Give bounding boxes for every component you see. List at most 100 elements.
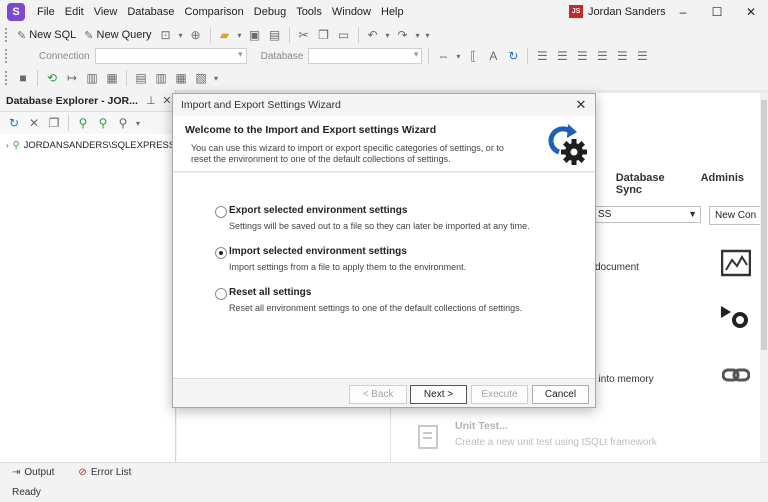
open-file-icon[interactable]: ▰ xyxy=(215,25,235,45)
explorer-title: Database Explorer - JOR... xyxy=(6,94,138,107)
connect-icon[interactable]: ⚲ xyxy=(93,113,113,133)
tab-administration[interactable]: Adminis xyxy=(701,172,744,196)
radio-export[interactable] xyxy=(215,206,227,218)
indent-icon[interactable]: ☰ xyxy=(532,46,552,66)
dropdown-arrow-icon[interactable]: ▾ xyxy=(211,68,221,88)
undo-icon[interactable]: ↶ xyxy=(363,25,383,45)
dialog-header: Welcome to the Import and Export setting… xyxy=(173,116,595,172)
server-select[interactable]: SS ▼ xyxy=(593,206,701,223)
dropdown-arrow-icon[interactable]: ▾ xyxy=(235,25,245,45)
vertical-scrollbar[interactable] xyxy=(760,90,768,462)
refresh-icon[interactable]: ↻ xyxy=(4,113,24,133)
title-bar: S File Edit View Database Comparison Deb… xyxy=(0,0,768,24)
list-icon[interactable]: ☰ xyxy=(632,46,652,66)
cut-icon[interactable]: ✂ xyxy=(294,25,314,45)
unit-test-text: Unit Test... Create a new unit test usin… xyxy=(455,420,657,450)
connection-select[interactable] xyxy=(94,48,247,64)
dropdown-arrow-icon[interactable]: ▾ xyxy=(383,25,393,45)
new-sql-button[interactable]: ✎ New SQL xyxy=(13,25,80,45)
radio-import[interactable] xyxy=(215,247,227,259)
toolbar-grip[interactable] xyxy=(5,49,9,63)
tab-error-list[interactable]: ⊘ Error List xyxy=(78,467,131,478)
user-account[interactable]: JS Jordan Sanders xyxy=(569,5,666,18)
toolbar-grip[interactable] xyxy=(5,28,9,42)
menu-view[interactable]: View xyxy=(89,0,123,24)
pin-icon[interactable]: ⊥ xyxy=(143,94,159,107)
explorer-header: Database Explorer - JOR... ⊥ ✕ xyxy=(0,90,175,112)
tab-output[interactable]: ⇥ Output xyxy=(12,467,54,478)
toolbar-separator xyxy=(357,27,359,43)
unit-test-title: Unit Test... xyxy=(455,420,508,432)
filter-icon[interactable]: ⚲ xyxy=(113,113,133,133)
menu-edit[interactable]: Edit xyxy=(60,0,89,24)
cancel-button[interactable]: Cancel xyxy=(532,385,589,404)
grid-icon[interactable]: ▤ xyxy=(131,68,151,88)
text-case-icon[interactable]: A xyxy=(483,46,503,66)
add-connection-icon[interactable]: ⊕ xyxy=(186,25,206,45)
tree-node-server[interactable]: › ⚲ JORDANSANDERS\SQLEXPRESS xyxy=(0,137,175,153)
chevron-down-icon: ▼ xyxy=(688,209,697,219)
new-sql-icon: ✎ xyxy=(17,29,27,42)
execute-icon[interactable]: ⟲ xyxy=(42,68,62,88)
brackets-icon[interactable]: ⟦ xyxy=(463,46,483,66)
report-icon[interactable]: ▧ xyxy=(191,68,211,88)
output-icon: ⇥ xyxy=(12,467,21,478)
tab-database-sync[interactable]: Database Sync xyxy=(616,172,677,196)
menu-file[interactable]: File xyxy=(32,0,60,24)
option-text: Import selected environment settings Imp… xyxy=(229,246,466,272)
delete-icon[interactable]: ✕ xyxy=(24,113,44,133)
link-icon[interactable] xyxy=(721,365,751,385)
execute-button[interactable]: Execute xyxy=(471,385,528,404)
uncomment-icon[interactable]: ☰ xyxy=(612,46,632,66)
new-connection-icon[interactable]: ⚲ xyxy=(73,113,93,133)
refresh-icon[interactable]: ↻ xyxy=(503,46,523,66)
align-icon[interactable]: ☰ xyxy=(572,46,592,66)
text-results-icon[interactable]: ▥ xyxy=(151,68,171,88)
dropdown-arrow-icon[interactable]: ▾ xyxy=(453,46,463,66)
menu-comparison[interactable]: Comparison xyxy=(179,0,248,24)
avatar: JS xyxy=(569,5,583,18)
next-button[interactable]: Next > xyxy=(410,385,467,404)
dropdown-arrow-icon[interactable]: ▾ xyxy=(133,113,143,133)
menu-tools[interactable]: Tools xyxy=(291,0,327,24)
comment-icon[interactable]: ☰ xyxy=(592,46,612,66)
dropdown-arrow-icon[interactable]: ▾ xyxy=(176,25,186,45)
database-select[interactable] xyxy=(308,48,423,64)
option-reset-settings[interactable]: Reset all settings Reset all environment… xyxy=(215,287,522,313)
copy-icon[interactable]: ❐ xyxy=(314,25,334,45)
minimize-button[interactable]: – xyxy=(666,0,700,24)
new-object-icon[interactable]: ⊡ xyxy=(156,25,176,45)
run-settings-icon[interactable] xyxy=(718,302,752,332)
dialog-close-button[interactable]: ✕ xyxy=(567,94,595,116)
option-export-settings[interactable]: Export selected environment settings Set… xyxy=(215,205,530,231)
menu-window[interactable]: Window xyxy=(327,0,376,24)
close-window-button[interactable]: ✕ xyxy=(734,0,768,24)
chevron-right-icon[interactable]: › xyxy=(6,141,9,150)
dropdown-arrow-icon[interactable]: ▾ xyxy=(413,25,423,45)
menu-debug[interactable]: Debug xyxy=(249,0,291,24)
copy-icon[interactable]: ❐ xyxy=(44,113,64,133)
more-icon[interactable]: ▾ xyxy=(423,25,433,45)
save-icon[interactable]: ▣ xyxy=(245,25,265,45)
chart-report-icon[interactable] xyxy=(720,247,752,279)
profile-icon[interactable]: ▦ xyxy=(102,68,122,88)
paste-icon[interactable]: ▭ xyxy=(334,25,354,45)
format-icon[interactable]: ⇔ xyxy=(433,46,453,66)
back-button[interactable]: < Back xyxy=(349,385,407,404)
menu-help[interactable]: Help xyxy=(376,0,409,24)
stop-icon[interactable]: ■ xyxy=(13,68,33,88)
option-import-settings[interactable]: Import selected environment settings Imp… xyxy=(215,246,466,272)
toolbar-grip[interactable] xyxy=(5,71,9,85)
maximize-button[interactable]: ☐ xyxy=(700,0,734,24)
menu-database[interactable]: Database xyxy=(122,0,179,24)
redo-icon[interactable]: ↷ xyxy=(393,25,413,45)
schema-icon[interactable]: ▦ xyxy=(171,68,191,88)
radio-reset[interactable] xyxy=(215,288,227,300)
unit-test-link[interactable]: Unit Test... Create a new unit test usin… xyxy=(417,420,657,450)
outdent-icon[interactable]: ☰ xyxy=(552,46,572,66)
save-all-icon[interactable]: ▤ xyxy=(265,25,285,45)
scrollbar-thumb[interactable] xyxy=(761,100,767,350)
step-icon[interactable]: ↦ xyxy=(62,68,82,88)
plan-icon[interactable]: ▥ xyxy=(82,68,102,88)
new-query-button[interactable]: ✎ New Query xyxy=(80,25,155,45)
